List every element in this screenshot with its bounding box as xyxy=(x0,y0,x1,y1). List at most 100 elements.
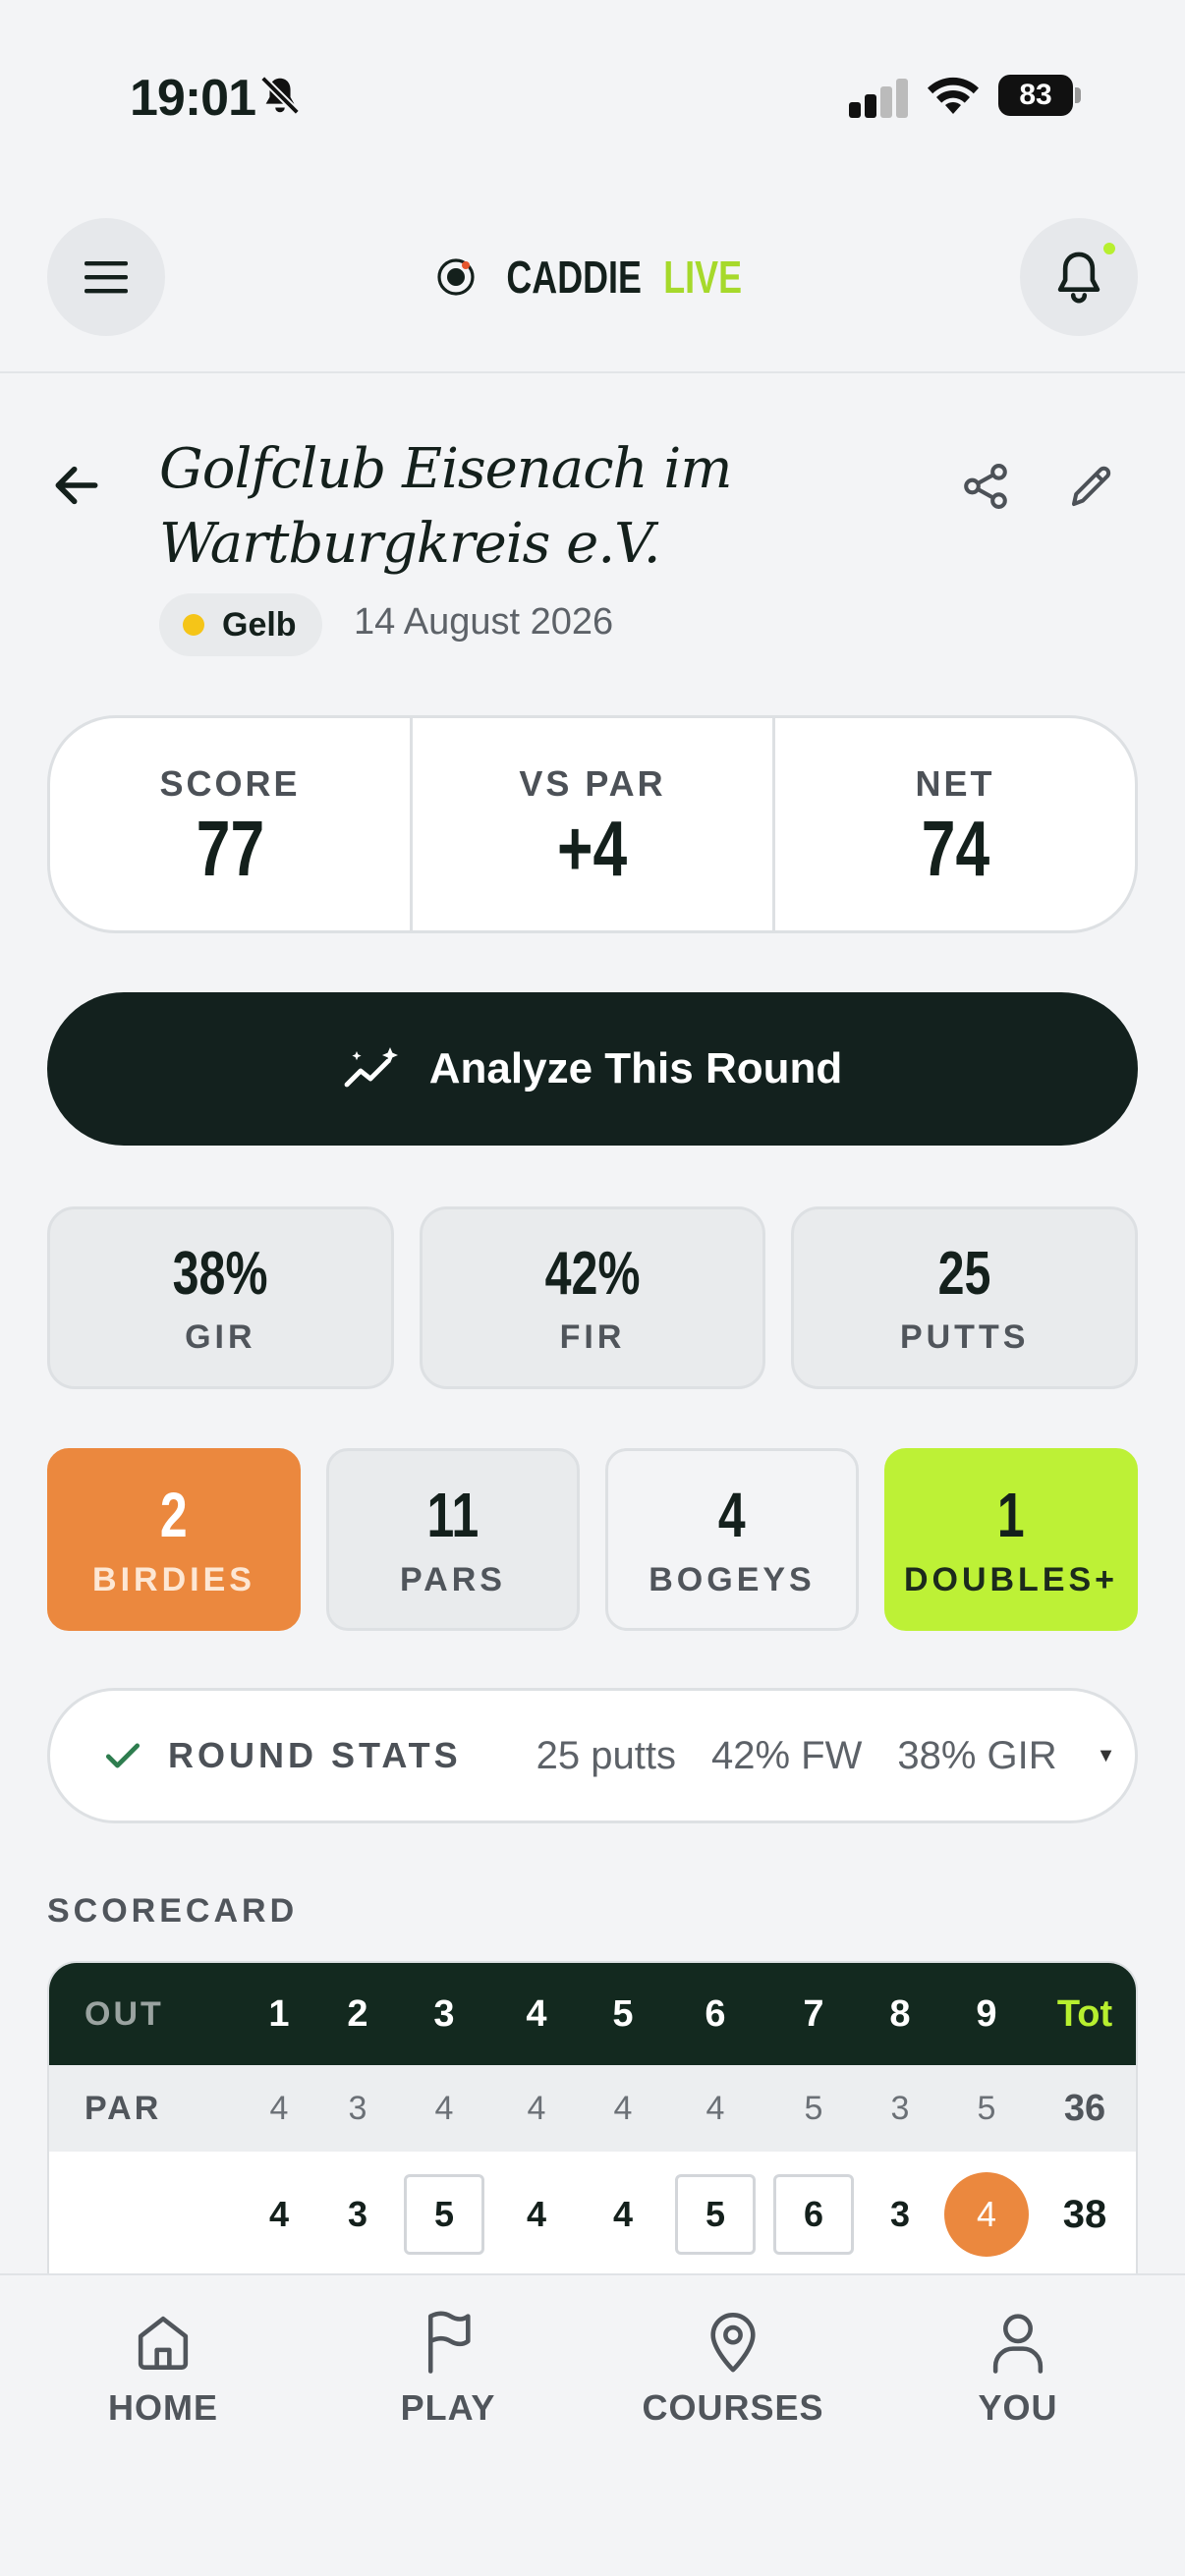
tee-badge: Gelb xyxy=(159,593,322,656)
bogeys-value: 4 xyxy=(718,1479,746,1550)
birdies-tile: 2 BIRDIES xyxy=(47,1448,301,1631)
hole-score-cell[interactable]: 4 xyxy=(268,2152,290,2273)
nav-courses-label: COURSES xyxy=(642,2387,824,2428)
hole-number: 8 xyxy=(889,1992,911,2035)
home-icon xyxy=(138,2316,189,2370)
hole-score-bogey: 5 xyxy=(675,2174,756,2255)
nav-home[interactable]: HOME xyxy=(65,2309,261,2429)
hole-par: 4 xyxy=(613,2089,633,2127)
pars-label: PARS xyxy=(400,1560,506,1598)
hole-par: 5 xyxy=(977,2089,996,2127)
score-value: 77 xyxy=(196,805,264,892)
scorecard-table: OUT 1 2 3 4 5 6 7 8 9 Tot PAR 4 3 4 4 4 4 5 3 5 36 4354456… xyxy=(47,1961,1138,2275)
scorecard-par-row: PAR 4 3 4 4 4 4 5 3 5 36 xyxy=(49,2065,1136,2152)
menu-button[interactable] xyxy=(47,218,165,336)
back-arrow-icon[interactable] xyxy=(49,458,104,513)
score-cell: SCORE 77 xyxy=(50,718,413,930)
nav-play-label: PLAY xyxy=(400,2387,496,2428)
doubles-value: 1 xyxy=(997,1479,1025,1550)
round-stats-toggle[interactable]: ROUND STATS 25 putts 42% FW 38% GIR ▼ xyxy=(47,1688,1138,1823)
hole-score: 4 xyxy=(612,2194,634,2234)
bogeys-label: BOGEYS xyxy=(649,1560,816,1598)
pars-value: 11 xyxy=(426,1479,480,1550)
hole-score-cell[interactable]: 4 xyxy=(527,2152,546,2273)
hole-number: 9 xyxy=(976,1992,997,2035)
nav-you-label: YOU xyxy=(978,2387,1058,2428)
analyze-round-button[interactable]: Analyze This Round xyxy=(47,992,1138,1146)
hole-par: 5 xyxy=(804,2089,823,2127)
hole-number: 6 xyxy=(705,1992,726,2035)
notification-dot xyxy=(1100,240,1118,257)
fairways-summary: 42% FW xyxy=(710,1733,863,1777)
par-total: 36 xyxy=(1063,2087,1106,2129)
hole-score: 3 xyxy=(889,2194,911,2234)
hole-number: 3 xyxy=(433,1992,455,2035)
status-time: 19:01 xyxy=(130,70,256,127)
wifi-icon xyxy=(928,77,979,114)
net-label: NET xyxy=(915,763,995,804)
fir-value: 42% xyxy=(544,1239,641,1308)
round-stats-title: ROUND STATS xyxy=(168,1735,462,1775)
bottom-nav: HOME PLAY COURSES YOU xyxy=(0,2273,1185,2576)
edit-pencil-icon[interactable] xyxy=(1065,460,1118,513)
putts-summary: 25 putts xyxy=(536,1733,676,1777)
putts-value: 25 xyxy=(937,1239,991,1308)
result-tiles: 2 BIRDIES 11 PARS 4 BOGEYS 1 DOUBLES+ xyxy=(47,1448,1138,1631)
bell-icon xyxy=(1057,252,1100,304)
birdies-value: 2 xyxy=(160,1479,188,1550)
doubles-tile: 1 DOUBLES+ xyxy=(884,1448,1138,1631)
notifications-button[interactable] xyxy=(1020,218,1138,336)
hole-number: 2 xyxy=(347,1992,368,2035)
fir-tile: 42% FIR xyxy=(419,1206,766,1389)
score-total: 38 xyxy=(1062,2192,1107,2236)
gir-tile: 38% GIR xyxy=(47,1206,394,1389)
share-icon[interactable] xyxy=(959,460,1012,513)
hole-par: 4 xyxy=(705,2089,725,2127)
net-cell: NET 74 xyxy=(775,718,1135,930)
hole-score-cell[interactable]: 4 xyxy=(612,2152,634,2273)
vs-par-cell: VS PAR +4 xyxy=(413,718,775,930)
hole-score-cell[interactable]: 5 xyxy=(404,2152,484,2273)
battery-level: 83 xyxy=(998,75,1073,116)
gir-label: GIR xyxy=(185,1317,256,1356)
score-summary-card: SCORE 77 VS PAR +4 NET 74 xyxy=(47,715,1138,933)
hole-par: 4 xyxy=(269,2089,289,2127)
tee-label: Gelb xyxy=(222,605,297,644)
hole-number: 7 xyxy=(803,1992,824,2035)
hole-score: 3 xyxy=(347,2194,368,2234)
hole-score: 4 xyxy=(268,2194,290,2234)
total-label: Tot xyxy=(1056,1992,1113,2035)
hole-score-cell[interactable]: 4 xyxy=(944,2152,1029,2273)
hole-score-cell[interactable]: 6 xyxy=(773,2152,854,2273)
hole-score-bogey: 6 xyxy=(773,2174,854,2255)
birdies-label: BIRDIES xyxy=(92,1560,255,1598)
scorecard-header-row: OUT 1 2 3 4 5 6 7 8 9 Tot xyxy=(49,1963,1136,2065)
battery-indicator: 83 xyxy=(998,75,1081,116)
net-value: 74 xyxy=(921,805,989,892)
scorecard-section-label: SCORECARD xyxy=(47,1892,299,1930)
flag-icon xyxy=(427,2311,471,2374)
scorecard-score-row: 4 3 5 4 4 5 6 3 4 38 xyxy=(49,2152,1136,2273)
course-title: Golfclub Eisenach im Wartburgkreis e.V. xyxy=(159,437,732,576)
hamburger-menu-icon xyxy=(85,261,128,294)
round-date: 14 August 2026 xyxy=(354,601,614,643)
nav-you[interactable]: YOU xyxy=(920,2309,1116,2429)
putts-tile: 25 PUTTS xyxy=(791,1206,1139,1389)
nav-play[interactable]: PLAY xyxy=(350,2309,546,2429)
hole-score-cell[interactable]: 3 xyxy=(889,2152,911,2273)
nav-home-label: HOME xyxy=(108,2387,218,2428)
analyze-round-label: Analyze This Round xyxy=(428,1044,843,1092)
hole-score-cell[interactable]: 5 xyxy=(675,2152,756,2273)
hole-number: 1 xyxy=(268,1992,290,2035)
par-label: PAR xyxy=(85,2089,162,2127)
nav-courses[interactable]: COURSES xyxy=(635,2309,831,2429)
hole-par: 3 xyxy=(348,2089,367,2127)
hole-par: 4 xyxy=(434,2089,454,2127)
hole-score-cell[interactable]: 3 xyxy=(347,2152,368,2273)
hole-par: 4 xyxy=(527,2089,546,2127)
hole-number: 4 xyxy=(526,1992,547,2035)
logo-live-text: LIVE xyxy=(663,252,743,303)
chevron-down-icon: ▼ xyxy=(1096,1744,1116,1766)
user-icon xyxy=(992,2314,1044,2374)
hole-score-birdie: 4 xyxy=(944,2172,1029,2257)
